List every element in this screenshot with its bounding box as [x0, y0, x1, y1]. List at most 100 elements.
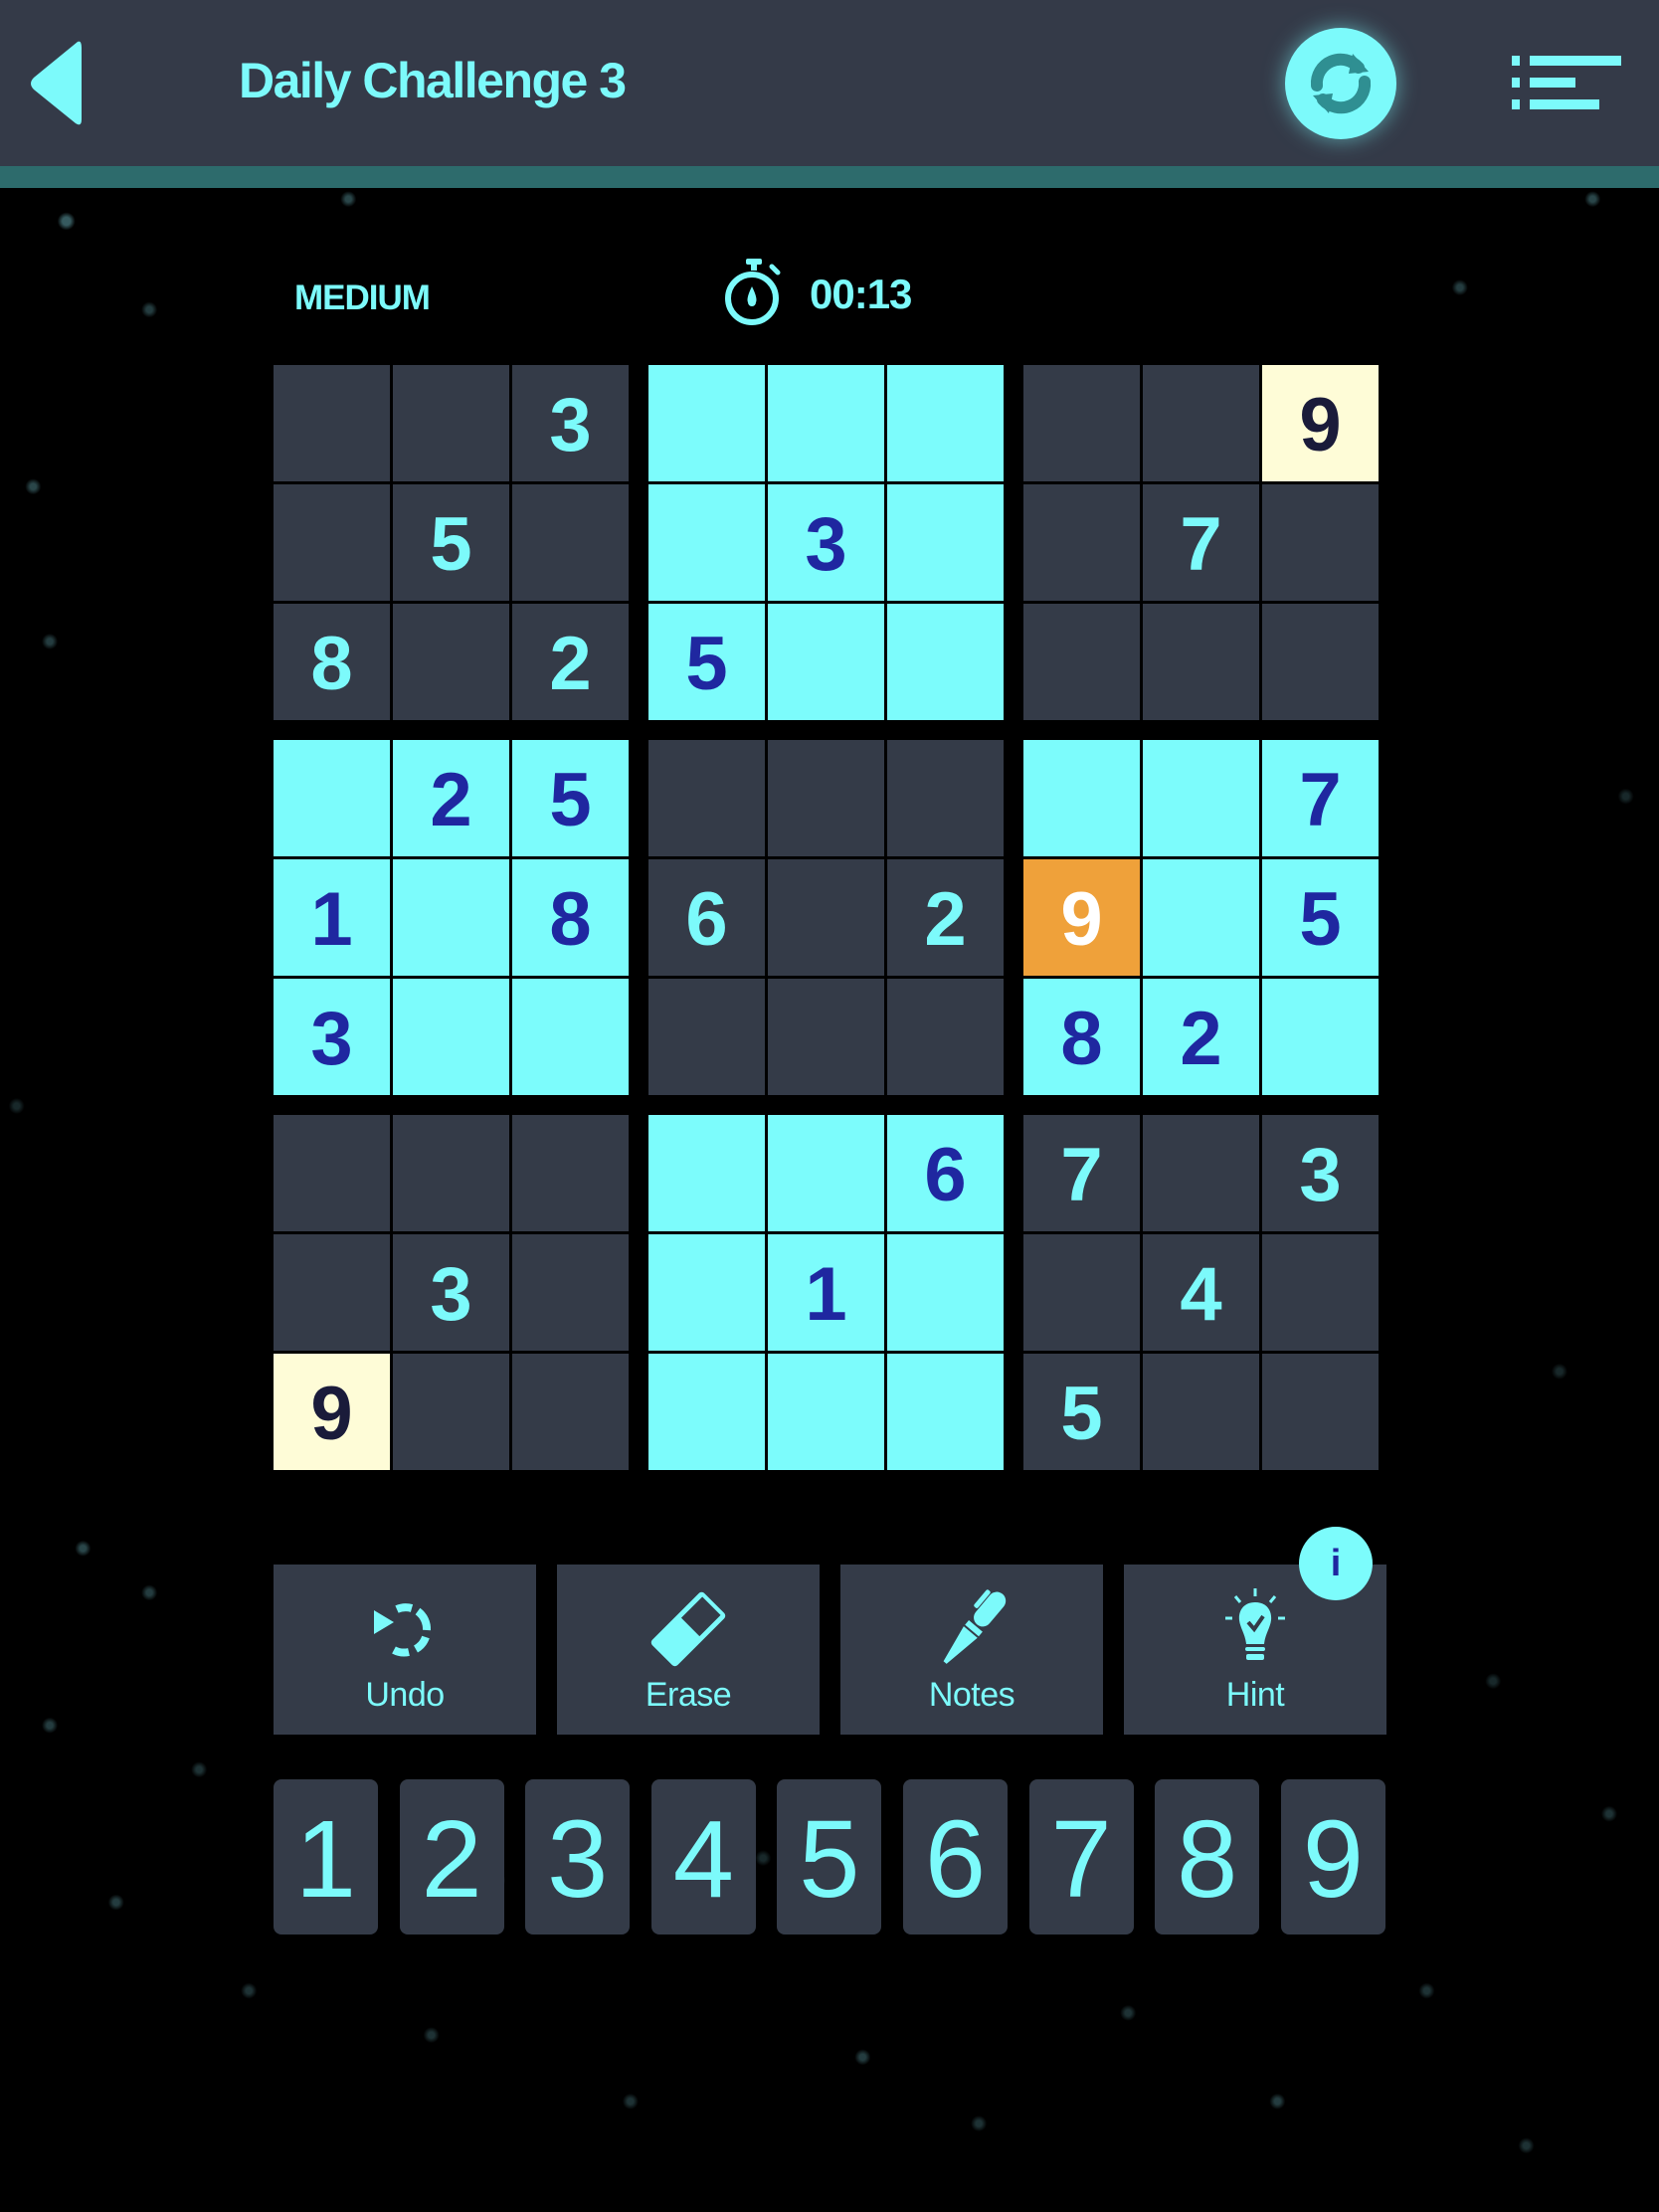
numpad-key-2[interactable]: 2 — [399, 1779, 504, 1935]
board-cell-r5c9[interactable]: 5 — [1262, 859, 1379, 976]
numpad-key-5[interactable]: 5 — [777, 1779, 882, 1935]
board-cell-r1c8[interactable] — [1143, 365, 1259, 481]
board-cell-r9c7[interactable]: 5 — [1023, 1354, 1140, 1470]
board-cell-r3c2[interactable] — [393, 604, 509, 720]
board-cell-r1c4[interactable] — [648, 365, 765, 481]
board-cell-r2c1[interactable] — [274, 484, 390, 601]
board-cell-r2c8[interactable]: 7 — [1143, 484, 1259, 601]
refresh-button[interactable] — [1285, 28, 1396, 139]
board-cell-r2c7[interactable] — [1023, 484, 1140, 601]
numpad-key-4[interactable]: 4 — [650, 1779, 756, 1935]
board-cell-r2c4[interactable] — [648, 484, 765, 601]
board-cell-r9c1[interactable]: 9 — [274, 1354, 390, 1470]
board-cell-r4c1[interactable] — [274, 740, 390, 856]
board-cell-r8c1[interactable] — [274, 1234, 390, 1351]
board-cell-r2c5[interactable]: 3 — [768, 484, 884, 601]
board-cell-r1c7[interactable] — [1023, 365, 1140, 481]
board-cell-r6c7[interactable]: 8 — [1023, 979, 1140, 1095]
board-cell-r6c8[interactable]: 2 — [1143, 979, 1259, 1095]
stopwatch-icon — [725, 259, 781, 325]
board-cell-r4c3[interactable]: 5 — [512, 740, 629, 856]
board-cell-r7c3[interactable] — [512, 1115, 629, 1231]
board-cell-r8c3[interactable] — [512, 1234, 629, 1351]
board-cell-r1c2[interactable] — [393, 365, 509, 481]
numpad-key-3[interactable]: 3 — [525, 1779, 631, 1935]
board-cell-r3c5[interactable] — [768, 604, 884, 720]
board-cell-r4c2[interactable]: 2 — [393, 740, 509, 856]
board-cell-r3c6[interactable] — [887, 604, 1004, 720]
board-cell-r5c6[interactable]: 2 — [887, 859, 1004, 976]
board-cell-r9c3[interactable] — [512, 1354, 629, 1470]
board-cell-r7c8[interactable] — [1143, 1115, 1259, 1231]
board-cell-r5c4[interactable]: 6 — [648, 859, 765, 976]
board-cell-r8c6[interactable] — [887, 1234, 1004, 1351]
board-cell-r6c5[interactable] — [768, 979, 884, 1095]
board-cell-r3c9[interactable] — [1262, 604, 1379, 720]
board-cell-r1c3[interactable]: 3 — [512, 365, 629, 481]
board-cell-r1c6[interactable] — [887, 365, 1004, 481]
board-cell-r8c5[interactable]: 1 — [768, 1234, 884, 1351]
board-cell-r1c9[interactable]: 9 — [1262, 365, 1379, 481]
board-cell-r3c8[interactable] — [1143, 604, 1259, 720]
board-cell-r5c1[interactable]: 1 — [274, 859, 390, 976]
numpad-key-7[interactable]: 7 — [1028, 1779, 1134, 1935]
board-cell-r4c5[interactable] — [768, 740, 884, 856]
board-cell-r8c4[interactable] — [648, 1234, 765, 1351]
board-cell-r8c8[interactable]: 4 — [1143, 1234, 1259, 1351]
board-cell-r1c1[interactable] — [274, 365, 390, 481]
menu-button[interactable] — [1512, 54, 1631, 113]
board-cell-r8c2[interactable]: 3 — [393, 1234, 509, 1351]
notes-button[interactable]: Notes — [840, 1565, 1103, 1735]
board-cell-r9c4[interactable] — [648, 1354, 765, 1470]
board-cell-r3c1[interactable]: 8 — [274, 604, 390, 720]
board-cell-r4c9[interactable]: 7 — [1262, 740, 1379, 856]
board-cell-r6c6[interactable] — [887, 979, 1004, 1095]
board-cell-r9c8[interactable] — [1143, 1354, 1259, 1470]
board-cell-r6c1[interactable]: 3 — [274, 979, 390, 1095]
board-cell-r3c4[interactable]: 5 — [648, 604, 765, 720]
board-cell-r7c6[interactable]: 6 — [887, 1115, 1004, 1231]
board-cell-r7c2[interactable] — [393, 1115, 509, 1231]
board-cell-r7c5[interactable] — [768, 1115, 884, 1231]
board-cell-r5c3[interactable]: 8 — [512, 859, 629, 976]
game-screen: Daily Challenge 3 MEDIUM 00:13 3 9 5 3 7… — [0, 0, 1659, 2212]
board-cell-r9c2[interactable] — [393, 1354, 509, 1470]
numpad-key-9[interactable]: 9 — [1280, 1779, 1385, 1935]
board-cell-r5c8[interactable] — [1143, 859, 1259, 976]
board-cell-r3c3[interactable]: 2 — [512, 604, 629, 720]
timer: 00:13 — [810, 271, 912, 317]
board-cell-r1c5[interactable] — [768, 365, 884, 481]
board-cell-r6c2[interactable] — [393, 979, 509, 1095]
undo-button[interactable]: Undo — [274, 1565, 536, 1735]
hint-info-badge[interactable]: i — [1299, 1527, 1373, 1600]
board-cell-r2c6[interactable] — [887, 484, 1004, 601]
board-cell-r7c9[interactable]: 3 — [1262, 1115, 1379, 1231]
board-cell-r7c4[interactable] — [648, 1115, 765, 1231]
board-cell-r5c7[interactable]: 9 — [1023, 859, 1140, 976]
board-cell-r2c3[interactable] — [512, 484, 629, 601]
board-cell-r8c9[interactable] — [1262, 1234, 1379, 1351]
back-button[interactable] — [28, 38, 84, 129]
board-cell-r9c5[interactable] — [768, 1354, 884, 1470]
board-cell-r5c5[interactable] — [768, 859, 884, 976]
board-cell-r4c6[interactable] — [887, 740, 1004, 856]
board-cell-r9c9[interactable] — [1262, 1354, 1379, 1470]
erase-button[interactable]: Erase — [557, 1565, 820, 1735]
board-cell-r6c3[interactable] — [512, 979, 629, 1095]
board-cell-r3c7[interactable] — [1023, 604, 1140, 720]
board-cell-r4c4[interactable] — [648, 740, 765, 856]
board-cell-r4c8[interactable] — [1143, 740, 1259, 856]
board-cell-r4c7[interactable] — [1023, 740, 1140, 856]
board-cell-r5c2[interactable] — [393, 859, 509, 976]
board-cell-r6c4[interactable] — [648, 979, 765, 1095]
board-cell-r2c2[interactable]: 5 — [393, 484, 509, 601]
board-cell-r7c1[interactable] — [274, 1115, 390, 1231]
board-cell-r6c9[interactable] — [1262, 979, 1379, 1095]
board-cell-r2c9[interactable] — [1262, 484, 1379, 601]
board-cell-r7c7[interactable]: 7 — [1023, 1115, 1140, 1231]
board-cell-r9c6[interactable] — [887, 1354, 1004, 1470]
numpad-key-8[interactable]: 8 — [1155, 1779, 1260, 1935]
board-cell-r8c7[interactable] — [1023, 1234, 1140, 1351]
numpad-key-1[interactable]: 1 — [274, 1779, 378, 1935]
numpad-key-6[interactable]: 6 — [903, 1779, 1008, 1935]
